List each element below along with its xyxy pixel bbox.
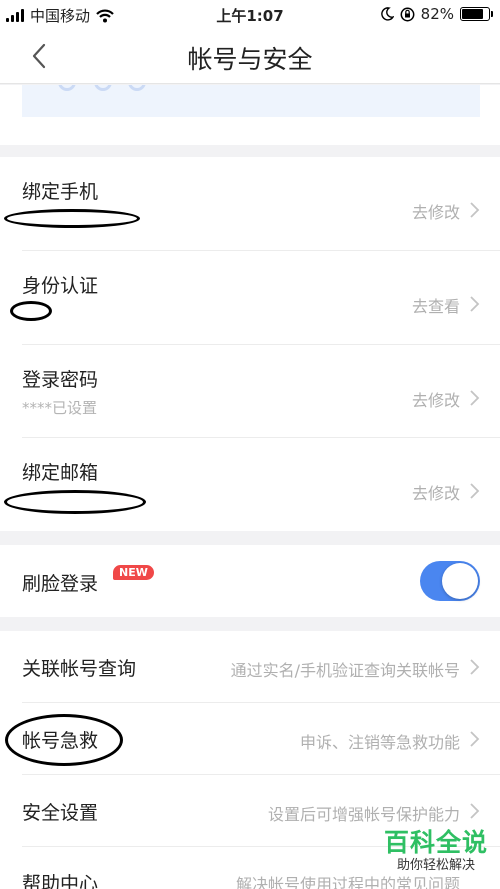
face-login-toggle[interactable] bbox=[420, 561, 480, 601]
item-label: 身份认证 bbox=[22, 275, 99, 297]
item-label: 帮助中心 bbox=[22, 873, 99, 889]
item-label: 绑定手机 bbox=[22, 181, 99, 203]
item-label: 关联帐号查询 bbox=[22, 658, 137, 680]
item-action: 申诉、注销等急救功能 bbox=[299, 733, 460, 752]
moon-icon bbox=[380, 7, 394, 21]
nav-bar: 帐号与安全 bbox=[0, 28, 500, 84]
info-banner bbox=[22, 85, 480, 117]
chevron-right-icon bbox=[470, 659, 480, 675]
binding-section: 绑定手机 去修改 身份认证 去查看 登录密码 ****已设置 去修改 绑定邮箱 … bbox=[0, 157, 500, 531]
item-action: 设置后可增强帐号保护能力 bbox=[267, 805, 460, 824]
highlight-oval bbox=[5, 714, 123, 766]
item-action: 去修改 bbox=[411, 484, 460, 503]
orientation-lock-icon bbox=[400, 7, 415, 21]
list-item-bind-email[interactable]: 绑定邮箱 去修改 bbox=[0, 438, 500, 531]
chevron-right-icon bbox=[470, 296, 480, 312]
new-badge: NEW bbox=[113, 565, 154, 580]
item-label: 绑定邮箱 bbox=[22, 462, 99, 484]
face-login-section: 刷脸登录 NEW bbox=[0, 545, 500, 617]
watermark: 百科全说 助你轻松解决 bbox=[384, 828, 488, 874]
chevron-right-icon bbox=[470, 390, 480, 406]
status-bar: 中国移动 上午1:07 82% bbox=[0, 0, 500, 28]
item-label: 安全设置 bbox=[22, 802, 99, 824]
battery-percent: 82% bbox=[420, 5, 454, 23]
watermark-title: 百科全说 bbox=[383, 828, 488, 857]
list-item-identity[interactable]: 身份认证 去查看 bbox=[0, 251, 500, 345]
item-action: 通过实名/手机验证查询关联帐号 bbox=[230, 661, 460, 680]
item-sub: ****已设置 bbox=[22, 399, 98, 417]
item-label: 登录密码 bbox=[22, 369, 99, 391]
battery-icon bbox=[460, 7, 493, 21]
toggle-knob bbox=[442, 563, 478, 599]
list-item-account-rescue[interactable]: 帐号急救 申诉、注销等急救功能 bbox=[0, 703, 500, 775]
decorative-circle bbox=[94, 85, 112, 91]
decorative-circle bbox=[128, 85, 146, 91]
item-action: 去修改 bbox=[411, 203, 460, 222]
decorative-circle bbox=[58, 85, 76, 91]
scrolled-top-section bbox=[0, 85, 500, 145]
redaction-oval bbox=[4, 209, 140, 228]
status-right: 82% bbox=[380, 5, 493, 23]
chevron-right-icon bbox=[470, 803, 480, 819]
chevron-right-icon bbox=[470, 731, 480, 747]
list-item-password[interactable]: 登录密码 ****已设置 去修改 bbox=[0, 345, 500, 438]
chevron-right-icon bbox=[470, 483, 480, 499]
item-action: 去查看 bbox=[411, 297, 460, 316]
page-title: 帐号与安全 bbox=[187, 45, 313, 74]
list-item-linked-accounts[interactable]: 关联帐号查询 通过实名/手机验证查询关联帐号 bbox=[0, 631, 500, 703]
redaction-oval bbox=[4, 490, 146, 514]
redaction-oval bbox=[10, 301, 52, 321]
list-item-bind-phone[interactable]: 绑定手机 去修改 bbox=[0, 157, 500, 251]
face-login-label: 刷脸登录 bbox=[22, 573, 99, 595]
item-action: 去修改 bbox=[411, 391, 460, 410]
watermark-subtitle: 助你轻松解决 bbox=[396, 858, 475, 873]
chevron-right-icon bbox=[470, 202, 480, 218]
